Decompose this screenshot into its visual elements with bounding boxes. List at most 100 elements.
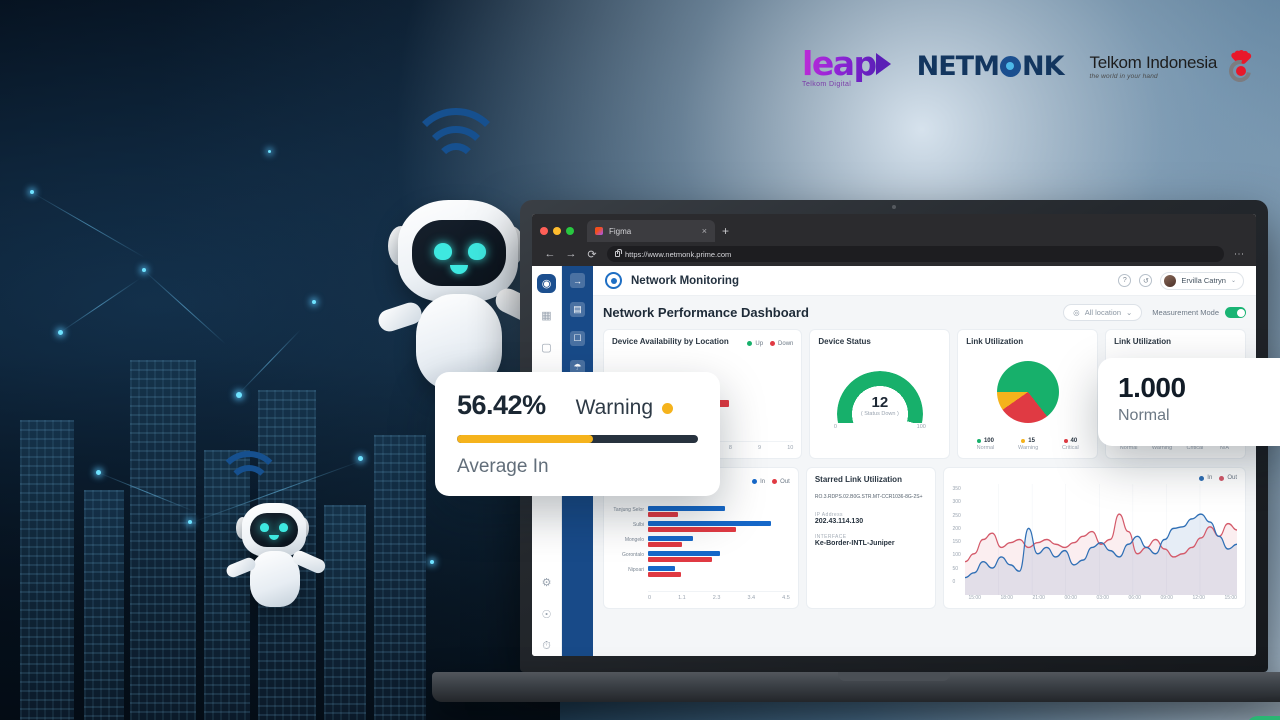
- user-name: Ervilla Catryn: [1181, 276, 1226, 285]
- skyline-tower: [324, 505, 366, 720]
- sidebar-item-file[interactable]: ▢: [537, 338, 556, 357]
- skyline-tower: [84, 490, 124, 720]
- close-tab-icon[interactable]: ×: [702, 226, 707, 236]
- card-starred-link-traffic: In Out 350 300 250 200 150 100 50 0 15:0…: [943, 467, 1246, 609]
- speed-icon[interactable]: ⏱: [537, 637, 556, 656]
- sidebar-item-globe[interactable]: ◉: [537, 274, 556, 293]
- lock-icon: [615, 249, 622, 257]
- chart-legend: In Out: [1199, 475, 1237, 481]
- history-icon[interactable]: ↺: [1139, 274, 1153, 287]
- app-topbar: Network Monitoring ? ↺ Ervilla Catryn ⌄: [593, 266, 1256, 296]
- interface-value: Ke-Border-INTL-Juniper: [814, 539, 895, 547]
- location-filter-label: All location: [1084, 308, 1121, 317]
- reload-icon[interactable]: ⟳: [586, 248, 598, 261]
- browser-url-bar: ← → ⟳ https://www.netmonk.prime.com ⋮: [540, 242, 1248, 266]
- x-axis: 0 1.1 2.3 3.4 4.5: [648, 591, 790, 601]
- laptop-base: [432, 672, 1280, 702]
- category-label: Mongelo: [624, 537, 644, 544]
- browser-tab[interactable]: Figma ×: [587, 220, 715, 242]
- measurement-mode[interactable]: Measurement Mode: [1152, 307, 1246, 318]
- user-menu[interactable]: Ervilla Catryn ⌄: [1160, 271, 1244, 290]
- legend-item: Down: [770, 341, 793, 347]
- help-icon[interactable]: ☉: [537, 605, 556, 624]
- pie-legend: 100 Normal 15 Warning 40 Critical: [966, 434, 1089, 451]
- table-row: Nipoari: [612, 565, 790, 577]
- promo-screenshot: leap Telkom Digital NETM NK Telkom Indon…: [0, 0, 1280, 720]
- measurement-mode-toggle[interactable]: [1225, 307, 1246, 318]
- browser-menu-icon[interactable]: ⋮: [1233, 249, 1244, 259]
- leap-tagline: Telkom Digital: [802, 81, 852, 88]
- brand-logo-bar: leap Telkom Digital NETM NK Telkom Indon…: [802, 44, 1258, 88]
- leap-logo: leap Telkom Digital: [802, 44, 891, 88]
- ip-address-value: 202.43.114.130: [814, 517, 864, 525]
- legend-value: 40: [1070, 438, 1078, 444]
- copy-icon[interactable]: ☐: [570, 331, 585, 346]
- x-tick: 18:00: [1000, 595, 1013, 601]
- topbar-actions: ? ↺ Ervilla Catryn ⌄: [1118, 271, 1244, 290]
- card-title: Link Utilization: [966, 337, 1024, 346]
- overlay-percent: 56.42%: [457, 390, 546, 420]
- address-bar[interactable]: https://www.netmonk.prime.com: [607, 246, 1224, 262]
- chevron-down-icon: ⌄: [1230, 278, 1236, 284]
- x-tick: 0: [648, 595, 652, 601]
- overlay-value: 1.000: [1118, 372, 1186, 403]
- help-circle-icon[interactable]: ?: [1118, 274, 1132, 287]
- telkom-hand-icon: [1224, 49, 1258, 87]
- legend-item: 15 Warning: [1018, 438, 1038, 451]
- card-device-status: Device Status 12 ( Status Down ) 0 100: [809, 329, 951, 459]
- netmonk-wordmark-pre: NETM: [916, 50, 1000, 82]
- dashboard-title: Network Performance Dashboard: [603, 305, 809, 320]
- telkom-indonesia-logo: Telkom Indonesia the world in your hand: [1090, 49, 1259, 87]
- arrow-right-icon[interactable]: →: [570, 273, 585, 288]
- skyline-tower: [374, 435, 426, 720]
- gauge-value-label: ( Status Down ): [860, 411, 899, 417]
- measurement-mode-label: Measurement Mode: [1152, 308, 1219, 317]
- figma-favicon: [595, 227, 603, 235]
- location-filter[interactable]: ◎ All location ⌄: [1063, 304, 1143, 321]
- sidebar-item-dashboard[interactable]: ▦: [537, 306, 556, 325]
- report-icon[interactable]: ▤: [570, 302, 585, 317]
- robot-mascot-small: [210, 445, 330, 615]
- new-tab-button[interactable]: +: [722, 224, 729, 238]
- legend-item: 40 Critical: [1062, 438, 1079, 451]
- starred-device-name: RO.3.RDPS.02.B0G.STR.MT-CCR1036-8G-2S+: [814, 494, 923, 500]
- x-tick: 15:00: [1224, 595, 1237, 601]
- browser-tab-bar: Figma × +: [540, 220, 1248, 242]
- skyline-tower: [20, 420, 74, 720]
- netmonk-app-logo-icon: [605, 272, 622, 289]
- y-tick: 300: [952, 499, 961, 506]
- x-tick: 3.4: [747, 595, 756, 601]
- device-status-gauge: 12 ( Status Down ) 0 100: [818, 350, 941, 451]
- category-label: Nipoari: [628, 567, 644, 574]
- category-label: Tanjung Selor: [613, 507, 644, 514]
- y-tick: 350: [952, 486, 961, 492]
- maximize-window-button[interactable]: [566, 227, 574, 235]
- leap-arrow-icon: [875, 52, 891, 75]
- forward-icon[interactable]: →: [565, 248, 577, 260]
- netmonk-wordmark-post: NK: [1021, 50, 1065, 82]
- window-controls[interactable]: [540, 227, 580, 235]
- card-starred-link: Starred Link Utilization RO.3.RDPS.02.B0…: [805, 467, 937, 609]
- legend-label: Out: [1227, 475, 1237, 481]
- browser-tab-title: Figma: [609, 226, 632, 236]
- overlay-state: Warning: [575, 396, 653, 419]
- legend-label: In: [760, 478, 766, 485]
- chevron-down-icon: ⌄: [1126, 308, 1133, 317]
- x-tick: 21:00: [1032, 595, 1045, 601]
- legend-label: In: [1207, 475, 1213, 481]
- gauge-min: 0: [833, 424, 837, 430]
- robot-visor: [250, 513, 298, 547]
- table-row: Mongelo: [612, 535, 790, 547]
- back-icon[interactable]: ←: [544, 248, 556, 260]
- progress-fill: [457, 435, 593, 443]
- x-tick: 03:00: [1096, 595, 1109, 601]
- traffic-bar-rows: Tanjung Selor Sulbi Mongelo Gorontalo Ni…: [612, 491, 790, 591]
- x-tick: 1.1: [678, 595, 686, 601]
- browser-chrome: Figma × + ← → ⟳ https://www.netmonk.prim…: [532, 214, 1256, 266]
- line-chart: 350 300 250 200 150 100 50 0: [952, 484, 1238, 595]
- close-window-button[interactable]: [540, 227, 548, 235]
- settings-icon[interactable]: ⚙: [537, 573, 556, 592]
- minimize-window-button[interactable]: [553, 227, 561, 235]
- card-link-utilization: Link Utilization 100 Normal 15 Warning 40 C…: [957, 329, 1099, 459]
- netmonk-logo: NETM NK: [916, 50, 1065, 82]
